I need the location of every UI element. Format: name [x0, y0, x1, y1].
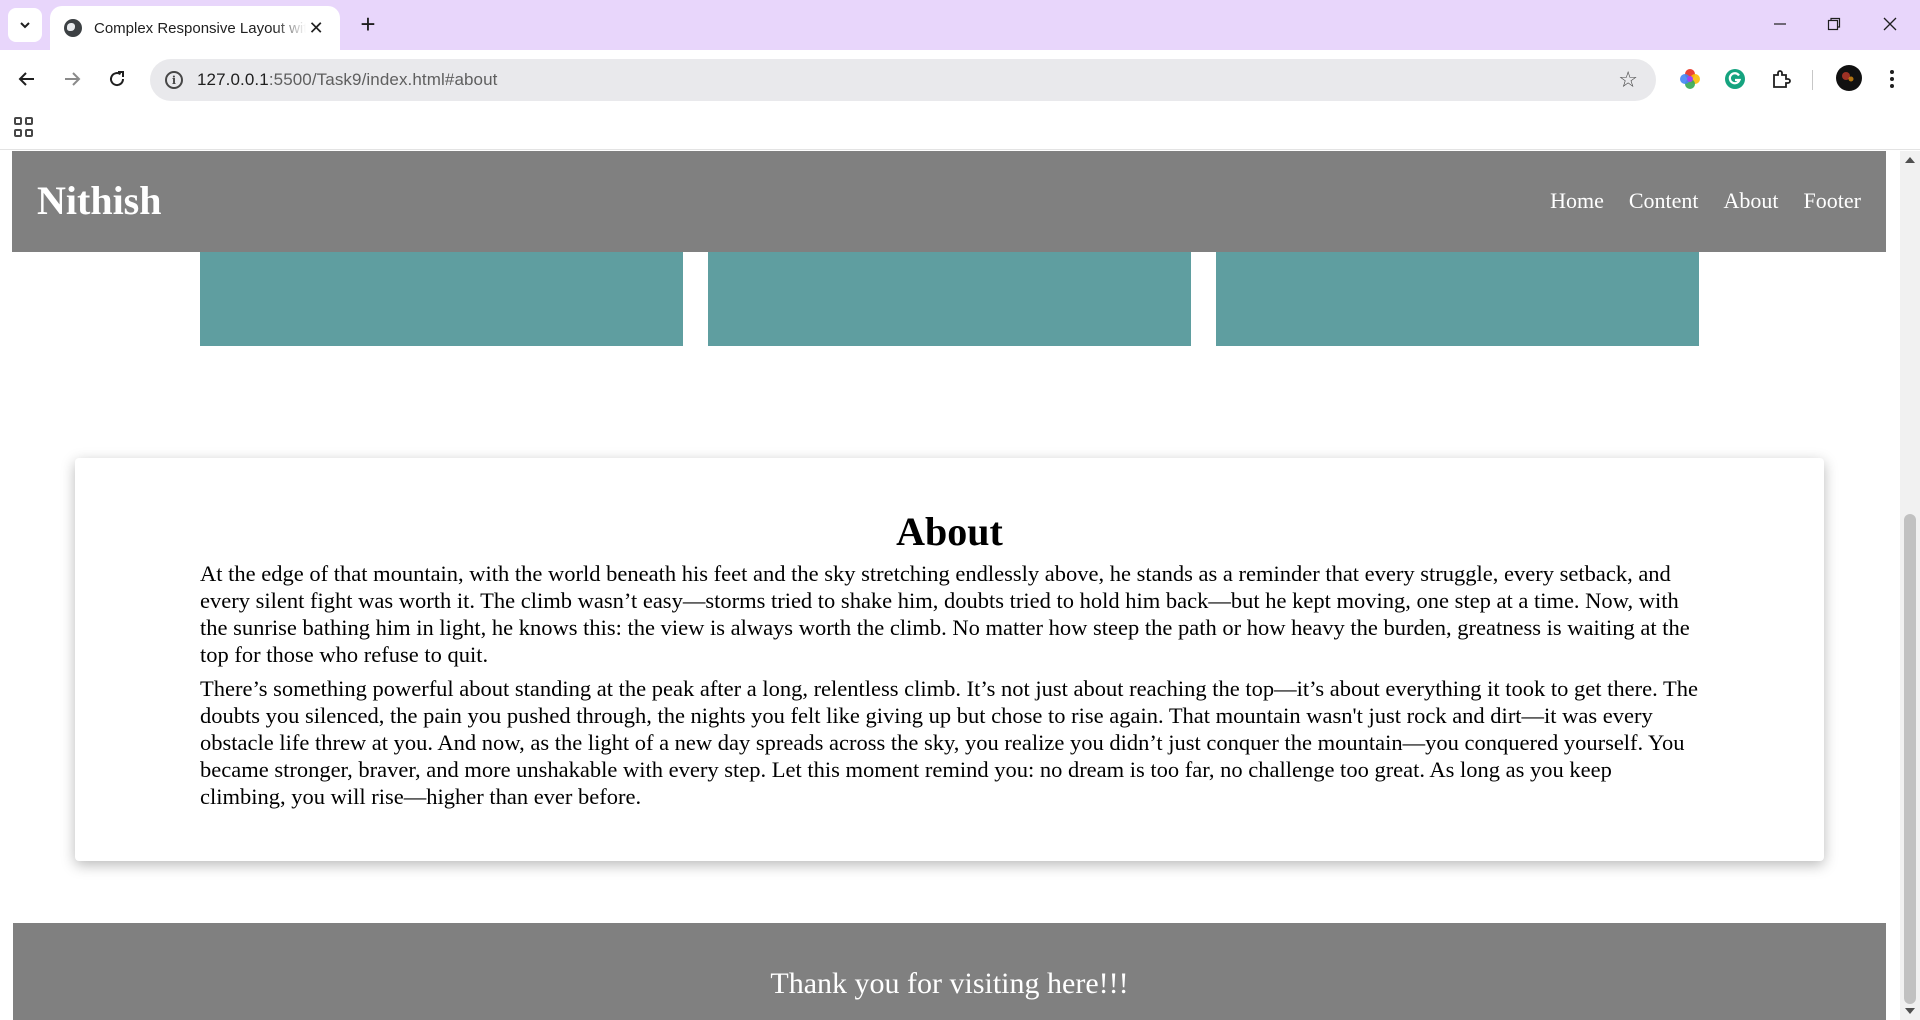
forward-button[interactable] — [55, 62, 89, 96]
toolbar-separator — [1812, 70, 1813, 90]
tab-title: Complex Responsive Layout with — [94, 19, 307, 37]
tab-search-button[interactable] — [8, 8, 42, 42]
back-button[interactable] — [10, 62, 44, 96]
color-picker-extension-icon[interactable] — [1678, 67, 1702, 91]
footer-message: Thank you for visiting here!!! — [770, 967, 1129, 1000]
about-heading: About — [896, 509, 1003, 554]
minimize-icon — [1774, 23, 1786, 25]
page-scrollbar[interactable] — [1900, 151, 1920, 1020]
nav-link-home[interactable]: Home — [1550, 188, 1604, 214]
site-nav: Home Content About Footer — [1550, 188, 1861, 214]
arrow-left-icon — [18, 72, 34, 86]
nav-link-content[interactable]: Content — [1629, 188, 1699, 214]
scrollbar-thumb[interactable] — [1904, 514, 1916, 1004]
minimize-button[interactable] — [1752, 0, 1808, 48]
about-paragraph: At the edge of that mountain, with the w… — [200, 561, 1690, 667]
close-tab-icon[interactable]: ✕ — [306, 18, 326, 39]
address-bar[interactable]: i 127.0.0.1:5500/Task9/index.html#about … — [150, 59, 1656, 101]
nav-link-footer[interactable]: Footer — [1804, 188, 1861, 214]
browser-toolbar: i 127.0.0.1:5500/Task9/index.html#about … — [0, 50, 1920, 108]
scroll-down-arrow-icon[interactable] — [1905, 1008, 1915, 1014]
close-icon — [1883, 17, 1897, 31]
site-logo[interactable]: Nithish — [37, 177, 162, 224]
arrow-right-icon — [65, 72, 81, 86]
nav-link-about[interactable]: About — [1724, 188, 1779, 214]
reload-button[interactable] — [100, 62, 134, 96]
restore-icon — [1827, 17, 1841, 31]
about-paragraph: There’s something powerful about standin… — [200, 676, 1698, 809]
globe-icon — [64, 19, 82, 37]
browser-tab-active[interactable]: Complex Responsive Layout with ✕ — [50, 6, 340, 50]
about-section: About At the edge of that mountain, with… — [75, 458, 1824, 861]
bookmarks-bar — [0, 108, 1920, 150]
browser-tabstrip: Complex Responsive Layout with ✕ + — [0, 0, 1920, 50]
new-tab-button[interactable]: + — [352, 9, 384, 41]
chevron-down-icon — [20, 22, 30, 29]
restore-button[interactable] — [1806, 0, 1862, 48]
profile-avatar[interactable] — [1835, 64, 1863, 92]
menu-kebab-icon[interactable] — [1880, 67, 1904, 91]
about-body: At the edge of that mountain, with the w… — [200, 560, 1700, 817]
apps-grid-icon[interactable] — [14, 117, 34, 137]
grammarly-extension-icon[interactable] — [1723, 67, 1747, 91]
site-footer: Thank you for visiting here!!! — [13, 923, 1886, 1020]
page-viewport: Nithish Home Content About Footer About … — [0, 151, 1920, 1020]
bookmark-star-icon[interactable]: ☆ — [1618, 67, 1638, 93]
site-header: Nithish Home Content About Footer — [12, 151, 1886, 252]
url-text: 127.0.0.1:5500/Task9/index.html#about — [197, 70, 498, 89]
extensions-puzzle-icon[interactable] — [1769, 67, 1793, 91]
site-info-icon[interactable]: i — [165, 71, 183, 89]
close-window-button[interactable] — [1862, 0, 1918, 48]
reload-icon — [110, 71, 125, 87]
scroll-up-arrow-icon[interactable] — [1905, 157, 1915, 163]
